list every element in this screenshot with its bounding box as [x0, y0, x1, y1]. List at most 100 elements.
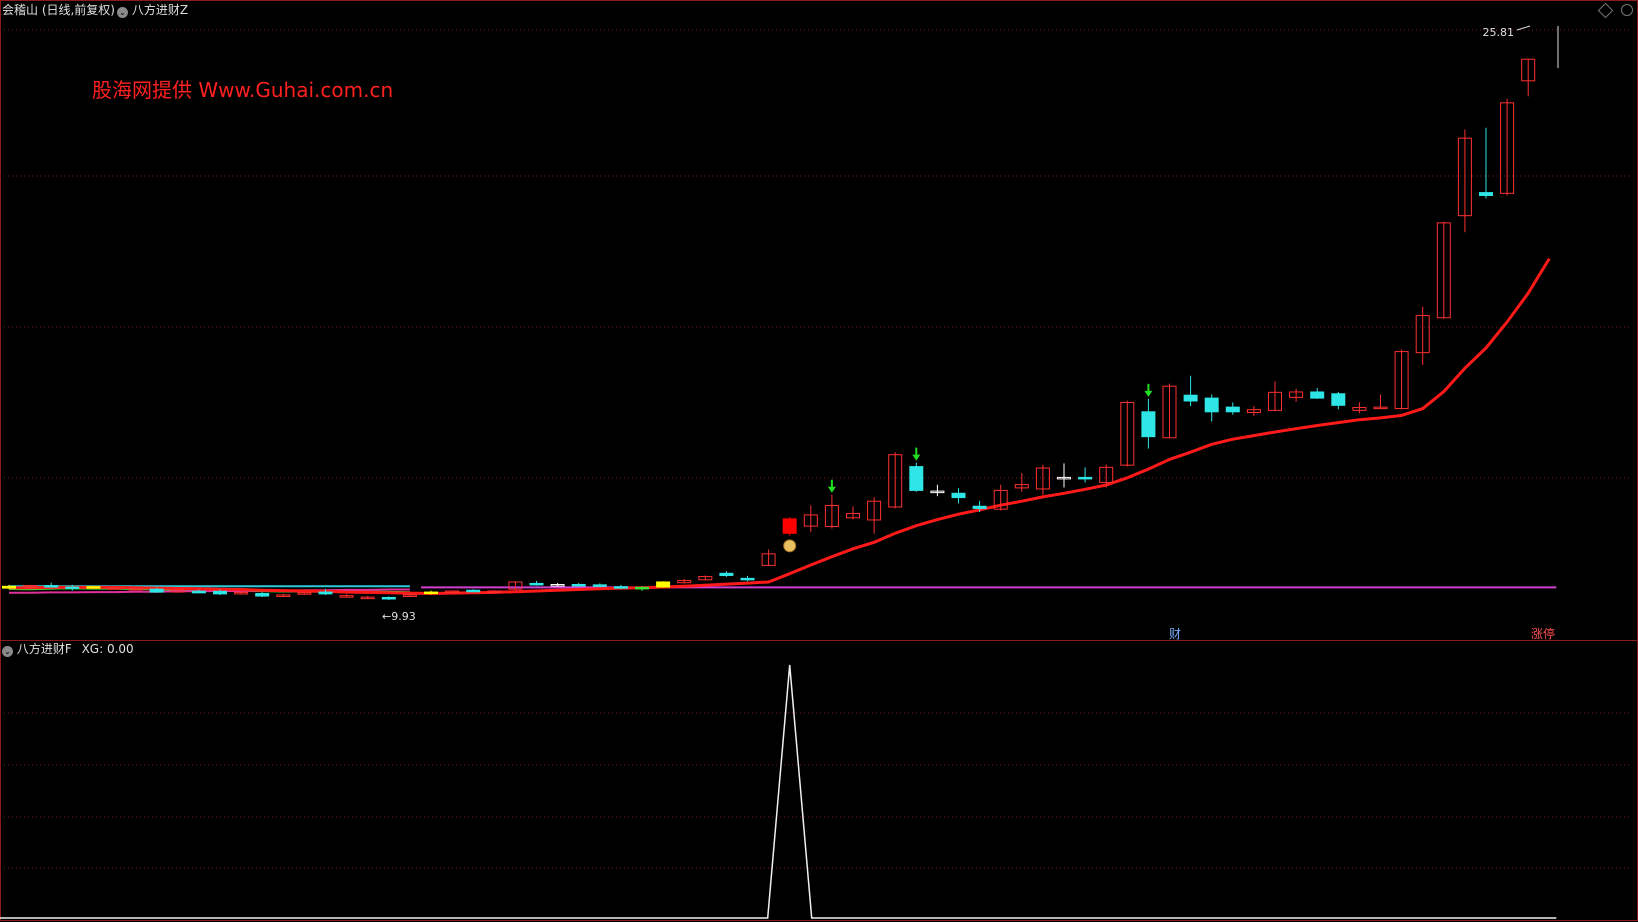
candle: [1078, 467, 1093, 483]
candle: [360, 596, 375, 600]
candle-body: [44, 585, 59, 588]
indicator-main-label[interactable]: ⌄ 八方进财Z: [117, 2, 188, 18]
candle: [255, 592, 270, 598]
candle: [761, 549, 776, 567]
candle: [867, 497, 882, 534]
candle-body: [213, 590, 227, 595]
candle: [1141, 398, 1156, 449]
candle: [1331, 391, 1346, 410]
candle-body: [1141, 411, 1156, 438]
candle: [1500, 98, 1515, 196]
candle: [1310, 388, 1325, 399]
chart-canvas[interactable]: 25.81 ←9.93 财 涨停: [0, 0, 1638, 922]
candle-body: [1310, 391, 1325, 399]
candle: [677, 579, 692, 584]
candle-body: [381, 596, 396, 600]
low-price-label: ←9.93: [382, 610, 416, 623]
candle: [613, 584, 628, 589]
candle: [656, 581, 671, 588]
candle: [888, 452, 903, 509]
watermark-text: 股海网提供 Www.Guhai.com.cn: [92, 78, 394, 102]
candle-body: [592, 584, 607, 587]
candle-body: [2, 585, 16, 589]
candle: [1268, 381, 1282, 412]
candle-body: [86, 586, 101, 589]
candle: [1373, 394, 1388, 410]
candle: [930, 484, 945, 497]
candle: [1183, 375, 1198, 407]
down-arrow-icon: [1144, 383, 1153, 397]
candle-body: [740, 577, 755, 581]
candle: [466, 589, 481, 593]
candle-body: [318, 591, 333, 595]
candle: [571, 583, 586, 587]
candle: [719, 571, 734, 577]
candle: [339, 594, 354, 598]
candle: [487, 590, 502, 593]
indicator-sub-label[interactable]: ⌄ 八方进财F XG: 0.00: [2, 641, 134, 657]
candle: [1479, 127, 1493, 199]
candle-body: [719, 572, 734, 576]
candle: [381, 596, 396, 600]
candle: [740, 575, 755, 582]
candle: [909, 462, 924, 492]
candle-body: [1078, 476, 1093, 480]
candle: [635, 586, 649, 591]
candle-body: [255, 593, 270, 597]
candle-body: [635, 586, 649, 590]
candle: [1014, 473, 1029, 492]
candle-body: [571, 583, 586, 587]
indicator-sub-name: 八方进财F: [16, 642, 72, 656]
candle: [1204, 394, 1219, 422]
candle-body: [1479, 192, 1493, 196]
indicator-main-name: 八方进财Z: [131, 3, 189, 17]
annotation-limit-up: 涨停: [1531, 626, 1555, 641]
candle: [824, 494, 839, 529]
candle: [1394, 349, 1409, 410]
candle-body: [191, 590, 206, 594]
candle: [1057, 463, 1071, 488]
settings-circle-icon[interactable]: [1621, 4, 1633, 16]
money-bag-icon: [783, 539, 797, 553]
candle: [951, 488, 966, 504]
candle: [803, 505, 818, 533]
ma-line: [9, 257, 1551, 596]
candle-body: [656, 581, 671, 588]
chevron-down-icon[interactable]: ⌄: [2, 646, 13, 657]
candle: [1457, 129, 1472, 233]
chart-frame: [0, 0, 1638, 921]
candle-body: [972, 505, 987, 509]
candle-body: [65, 586, 80, 590]
candle: [846, 506, 860, 520]
chevron-down-icon[interactable]: ⌄: [117, 7, 128, 18]
down-arrow-icon: [827, 479, 836, 493]
candle: [698, 575, 713, 581]
candle-body: [1183, 394, 1198, 402]
candle-body: [1204, 397, 1219, 413]
candle: [276, 593, 291, 598]
high-price-label: 25.81: [1483, 26, 1515, 39]
candle: [1521, 58, 1536, 97]
candle: [86, 585, 101, 589]
candle: [1246, 406, 1261, 417]
candle: [508, 581, 523, 590]
candle-body: [782, 518, 797, 534]
candle-body: [149, 588, 164, 593]
high-pointer: [1516, 25, 1531, 31]
candle: [1225, 402, 1240, 415]
candle: [424, 590, 438, 595]
candle: [1415, 306, 1430, 365]
down-arrow-icon: [912, 447, 921, 461]
candle-body: [613, 586, 628, 589]
xg-line: [0, 664, 1557, 919]
stock-title: 会稽山 (日线,前复权): [2, 3, 115, 17]
candle-body: [951, 492, 966, 499]
candle: [550, 583, 565, 587]
candle: [1436, 221, 1451, 319]
candle: [782, 517, 797, 536]
candle: [592, 583, 607, 587]
candle-body: [1331, 393, 1346, 406]
candle-body: [466, 589, 481, 593]
candle-body: [909, 466, 924, 491]
candle-body: [424, 591, 438, 595]
